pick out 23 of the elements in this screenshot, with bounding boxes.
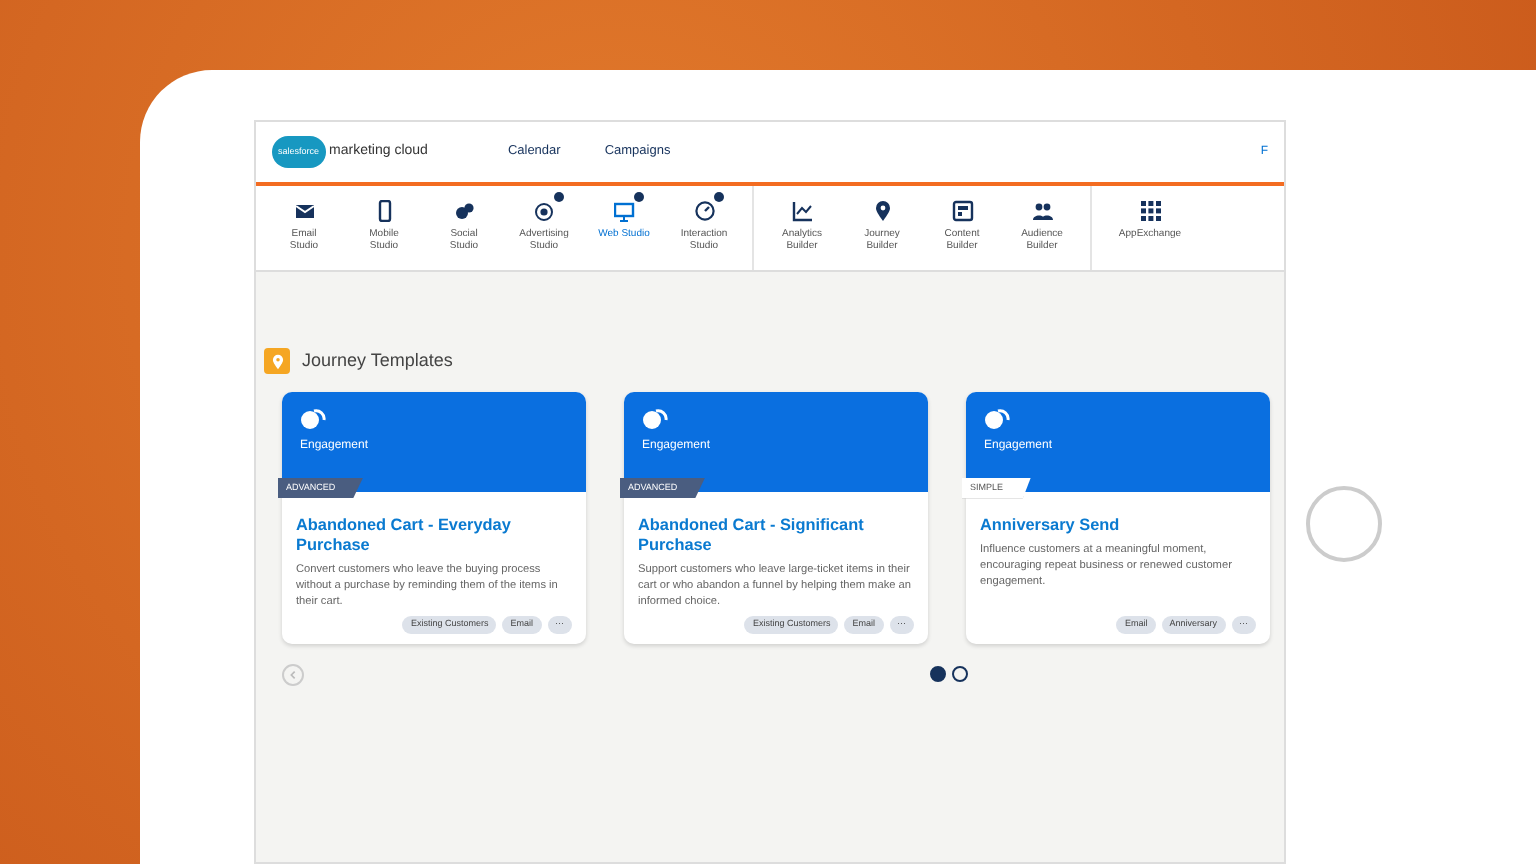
chat-bubbles-icon (642, 407, 668, 429)
gauge-icon (693, 200, 715, 222)
chat-bubbles-icon (984, 407, 1010, 429)
page-dot[interactable] (930, 666, 946, 682)
chat-icon (453, 200, 475, 222)
template-card[interactable] (624, 391, 928, 643)
card-title[interactable]: Anniversary Send (980, 515, 1256, 536)
location-pin-icon (871, 200, 893, 222)
chat-bubbles-icon (300, 407, 326, 429)
page-dot[interactable] (952, 666, 968, 682)
chevron-left-icon (288, 669, 298, 679)
section-title: Journey Templates (302, 348, 453, 374)
envelope-icon (293, 200, 315, 222)
target-icon (533, 200, 555, 222)
phone-icon (373, 200, 395, 222)
grid-icon (1139, 200, 1161, 222)
card-title[interactable]: Abandoned Cart - Significant Purchase (638, 515, 914, 556)
line-chart-icon (791, 200, 813, 222)
people-icon (1031, 200, 1053, 222)
monitor-icon (613, 200, 635, 222)
location-pin-icon (264, 348, 290, 375)
layout-icon (951, 200, 973, 222)
card-title[interactable]: Abandoned Cart - Everyday Purchase (296, 515, 572, 556)
